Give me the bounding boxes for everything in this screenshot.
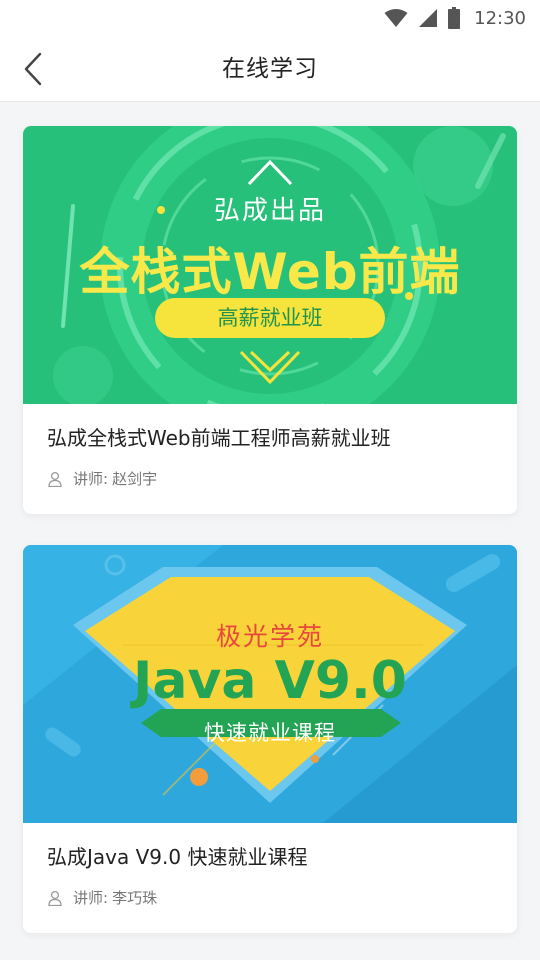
teacher-info: 讲师: 李巧珠: [47, 887, 493, 908]
back-button[interactable]: [14, 50, 52, 88]
battery-icon: [448, 7, 461, 29]
nav-bar: 在线学习: [0, 36, 540, 102]
banner-headline: Java V9.0: [133, 651, 407, 711]
course-card[interactable]: 极光学苑 Java V9.0 快速就业课程 弘成Java V9.0 快速就业课程…: [23, 545, 517, 933]
teacher-label: 讲师:: [73, 470, 109, 488]
banner-tagline: 快速就业课程: [204, 721, 336, 745]
person-icon: [48, 471, 62, 487]
person-icon: [48, 890, 62, 906]
page-title: 在线学习: [222, 56, 318, 82]
banner-brand: 弘成出品: [213, 196, 326, 226]
cell-signal-icon: [419, 9, 438, 27]
course-banner[interactable]: 极光学苑 Java V9.0 快速就业课程: [23, 545, 517, 823]
banner-headline: 全栈式Web前端: [79, 243, 461, 301]
banner-tagline: 高薪就业班: [155, 298, 385, 338]
course-title[interactable]: 弘成全栈式Web前端工程师高薪就业班: [47, 424, 493, 452]
course-banner[interactable]: 弘成出品 全栈式Web前端 高薪就业班: [23, 126, 517, 404]
card-body: 弘成全栈式Web前端工程师高薪就业班 讲师: 赵剑宇: [23, 404, 517, 489]
teacher-name: 李巧珠: [112, 889, 158, 907]
banner-brand: 极光学苑: [215, 622, 324, 651]
chevron-left-icon: [24, 52, 42, 86]
card-body: 弘成Java V9.0 快速就业课程 讲师: 李巧珠: [23, 823, 517, 908]
teacher-label: 讲师:: [73, 889, 109, 907]
teacher-name: 赵剑宇: [112, 470, 158, 488]
status-bar: 12:30: [0, 0, 540, 36]
course-card[interactable]: 弘成出品 全栈式Web前端 高薪就业班 弘成全栈式Web前端工程师高薪就业班 讲…: [23, 126, 517, 514]
status-time: 12:30: [474, 7, 526, 29]
wifi-icon: [384, 9, 408, 27]
teacher-info: 讲师: 赵剑宇: [47, 468, 493, 489]
course-title[interactable]: 弘成Java V9.0 快速就业课程: [47, 843, 493, 871]
